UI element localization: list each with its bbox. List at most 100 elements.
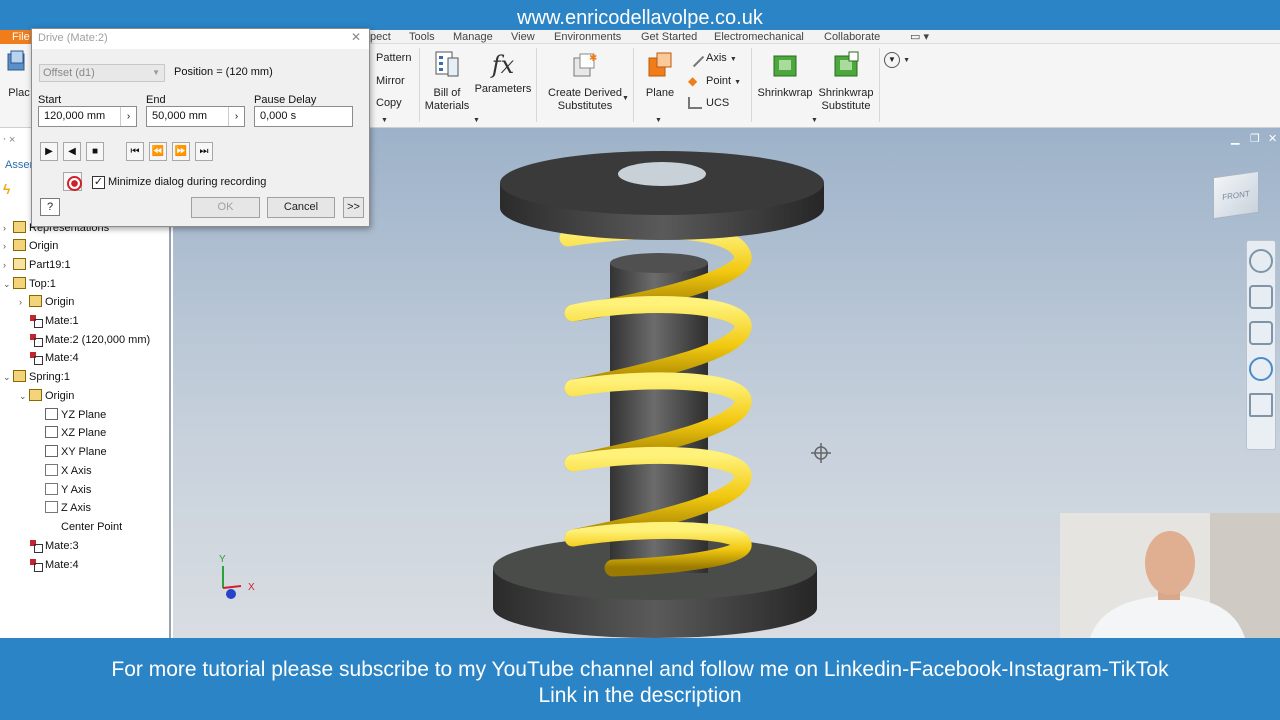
bom-label-line1: Bill of bbox=[433, 87, 461, 99]
play-reverse-icon[interactable]: ◀ bbox=[63, 142, 81, 161]
tree-item-y-axis[interactable]: Y Axis bbox=[35, 481, 91, 499]
pattern-panel-caret[interactable]: ▼ bbox=[381, 117, 388, 124]
shrink-sub-label-line1: Shrinkwrap bbox=[818, 87, 874, 99]
orbit-cursor-icon bbox=[811, 443, 831, 463]
end-field[interactable]: 50,000 mm › bbox=[146, 106, 245, 127]
tree-item-yz-plane[interactable]: YZ Plane bbox=[35, 406, 106, 424]
folder-icon bbox=[29, 389, 42, 401]
start-field[interactable]: 120,000 mm › bbox=[38, 106, 137, 127]
plane-caret[interactable]: ▼ bbox=[655, 117, 662, 124]
folder-icon bbox=[13, 239, 26, 251]
plane-icon bbox=[45, 426, 58, 438]
axis-button[interactable]: Axis ▼ bbox=[685, 48, 737, 68]
tree-item-label: XZ Plane bbox=[61, 427, 107, 439]
mirror-button[interactable]: Mirror bbox=[376, 75, 405, 87]
record-icon[interactable] bbox=[63, 172, 82, 191]
ribbon-separator bbox=[879, 48, 880, 122]
browser-toolbar-icon[interactable]: ⸱ × bbox=[3, 131, 15, 149]
tree-item-xz-plane[interactable]: XZ Plane bbox=[35, 424, 106, 442]
shrinkwrap-button[interactable]: Shrinkwrap bbox=[754, 50, 816, 100]
pan-hand-icon[interactable] bbox=[1249, 285, 1273, 309]
manage-panel-caret[interactable]: ▼ bbox=[473, 117, 480, 124]
pattern-button[interactable]: Pattern bbox=[376, 52, 411, 64]
offset-select-value: Offset (d1) bbox=[43, 67, 95, 79]
steering-wheel-icon[interactable] bbox=[1249, 249, 1273, 273]
go-to-start-icon[interactable]: ⏮ bbox=[126, 142, 144, 161]
step-reverse-icon[interactable]: ⏪ bbox=[149, 142, 167, 161]
place-button[interactable]: Plac bbox=[6, 50, 32, 100]
chevron-right-icon[interactable]: › bbox=[228, 107, 244, 126]
tree-item-spring[interactable]: ⌄ Spring:1 bbox=[3, 368, 70, 386]
tree-item-origin[interactable]: › Origin bbox=[3, 237, 58, 255]
quick-access-icon[interactable]: ▭ ▾ bbox=[910, 30, 929, 44]
shrinkwrap-icon bbox=[773, 55, 797, 77]
help-icon[interactable]: ? bbox=[40, 198, 60, 216]
zoom-icon[interactable] bbox=[1249, 321, 1273, 345]
ucs-button[interactable]: UCS bbox=[688, 97, 729, 110]
tree-item-mate3[interactable]: Mate:3 bbox=[19, 537, 79, 555]
tree-item-x-axis[interactable]: X Axis bbox=[35, 462, 92, 480]
dialog-title: Drive (Mate:2) bbox=[32, 29, 369, 49]
tab-environments[interactable]: Environments bbox=[554, 30, 621, 44]
representations-icon bbox=[13, 221, 26, 233]
tab-file[interactable]: File bbox=[0, 30, 34, 44]
parameters-button[interactable]: fx Parameters bbox=[474, 50, 532, 96]
tree-item-label: Mate:2 (120,000 mm) bbox=[45, 334, 151, 346]
tree-item-xy-plane[interactable]: XY Plane bbox=[35, 443, 107, 461]
tree-item-spring-origin[interactable]: ⌄ Origin bbox=[19, 387, 74, 405]
bill-of-materials-button[interactable]: Bill of Materials bbox=[422, 50, 472, 113]
tab-get-started[interactable]: Get Started bbox=[641, 30, 697, 44]
plane-button[interactable]: Plane bbox=[640, 50, 680, 100]
folder-icon bbox=[29, 295, 42, 307]
tab-inspect[interactable]: pect bbox=[370, 30, 391, 44]
tab-tools[interactable]: Tools bbox=[409, 30, 435, 44]
tree-item-z-axis[interactable]: Z Axis bbox=[35, 499, 91, 517]
end-label: End bbox=[146, 94, 166, 106]
plane-label: Plane bbox=[645, 87, 675, 99]
tab-manage[interactable]: Manage bbox=[453, 30, 493, 44]
center-point-icon bbox=[45, 520, 58, 532]
ok-button[interactable]: OK bbox=[191, 197, 260, 218]
tree-item-part19[interactable]: › Part19:1 bbox=[3, 256, 71, 274]
close-icon[interactable]: ✕ bbox=[351, 30, 361, 44]
tab-collaborate[interactable]: Collaborate bbox=[824, 30, 880, 44]
chevron-right-icon[interactable]: › bbox=[120, 107, 136, 126]
minimize-checkbox[interactable]: ✓ bbox=[92, 176, 105, 189]
play-forward-icon[interactable]: ▶ bbox=[40, 142, 58, 161]
plane-icon bbox=[45, 408, 58, 420]
create-derived-substitutes-button[interactable]: ✱ Create Derived Substitutes bbox=[543, 50, 627, 113]
derived-caret[interactable]: ▼ bbox=[622, 95, 629, 102]
offset-select[interactable]: Offset (d1) ▼ bbox=[39, 64, 165, 82]
step-forward-icon[interactable]: ⏩ bbox=[172, 142, 190, 161]
shrinkwrap-substitute-button[interactable]: Shrinkwrap Substitute bbox=[815, 50, 877, 113]
subscribe-banner: For more tutorial please subscribe to my… bbox=[0, 638, 1280, 720]
simplification-caret[interactable]: ▼ bbox=[811, 117, 818, 124]
expand-button[interactable]: >> bbox=[343, 197, 364, 218]
tree-item-mate1[interactable]: Mate:1 bbox=[19, 312, 79, 330]
part-icon bbox=[13, 277, 26, 289]
plane-icon bbox=[45, 445, 58, 457]
tree-item-label: Mate:4 bbox=[45, 352, 79, 364]
parameters-icon: fx bbox=[491, 51, 515, 79]
viewcube[interactable]: FRONT bbox=[1213, 170, 1259, 220]
go-to-end-icon[interactable]: ⏭ bbox=[195, 142, 213, 161]
cancel-button[interactable]: Cancel bbox=[267, 197, 335, 218]
copy-button[interactable]: Copy bbox=[376, 97, 402, 109]
ribbon-options-button[interactable]: ▼ ▼ bbox=[884, 52, 910, 68]
stop-icon[interactable]: ■ bbox=[86, 142, 104, 161]
tree-item-mate2[interactable]: Mate:2 (120,000 mm) bbox=[19, 331, 150, 349]
tree-item-mate4-spring[interactable]: Mate:4 bbox=[19, 556, 79, 574]
tree-item-center-point[interactable]: Center Point bbox=[35, 518, 122, 536]
tree-item-top-origin[interactable]: › Origin bbox=[19, 293, 74, 311]
axis-icon bbox=[45, 464, 58, 476]
tree-item-top[interactable]: ⌄ Top:1 bbox=[3, 275, 56, 293]
tab-view[interactable]: View bbox=[511, 30, 535, 44]
tab-electromechanical[interactable]: Electromechanical bbox=[714, 30, 804, 44]
look-at-icon[interactable] bbox=[1249, 393, 1273, 417]
point-button[interactable]: ◆ Point ▼ bbox=[688, 75, 741, 87]
orbit-icon[interactable] bbox=[1249, 357, 1273, 381]
navigation-bar bbox=[1246, 240, 1276, 450]
tree-item-mate4[interactable]: Mate:4 bbox=[19, 349, 79, 367]
pause-delay-field[interactable]: 0,000 s bbox=[254, 106, 353, 127]
chevron-down-icon: ▼ bbox=[152, 68, 160, 77]
